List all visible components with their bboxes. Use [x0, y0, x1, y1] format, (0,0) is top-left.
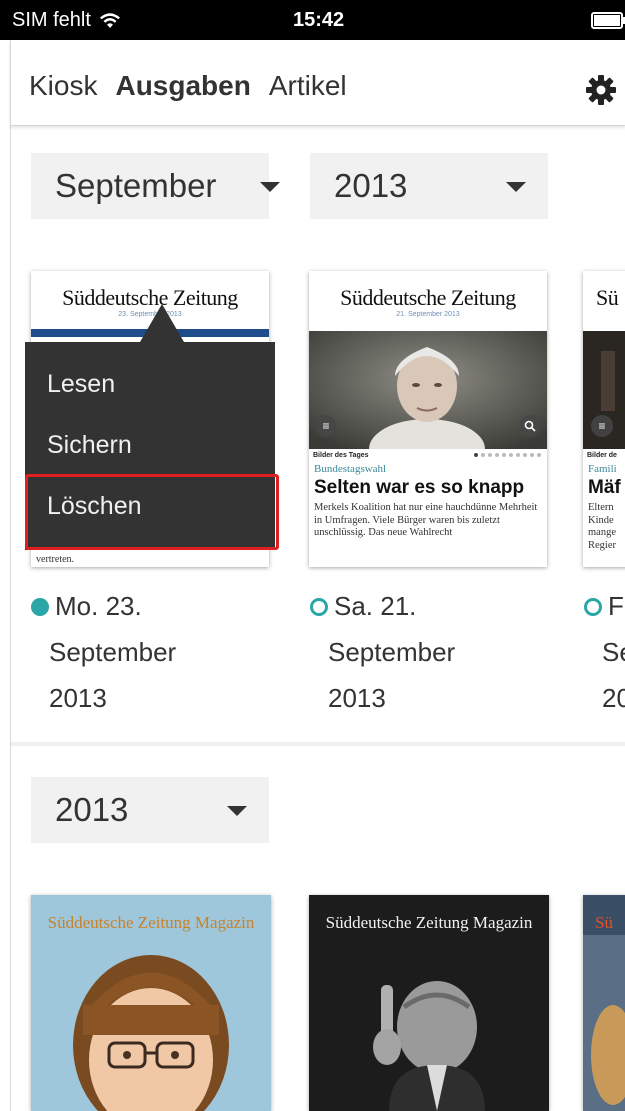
page-border: [10, 40, 11, 1111]
masthead: Sü: [596, 285, 619, 310]
wifi-icon: [99, 12, 120, 28]
year-selector[interactable]: 2013: [310, 153, 548, 219]
nav-tabs: Kiosk Ausgaben Artikel: [29, 70, 347, 102]
month-selector[interactable]: September: [31, 153, 280, 219]
issue-month: Se: [602, 637, 625, 667]
photo-section-text: Bilder des Tages: [313, 452, 369, 459]
body-line: mange: [588, 527, 616, 538]
downloaded-indicator: [31, 598, 49, 616]
cover-photo: [309, 331, 547, 449]
issue-date-1[interactable]: Mo. 23. September 2013: [31, 583, 176, 721]
photo-section-label: Bilder des Tages: [309, 449, 547, 463]
issue-cover-3[interactable]: Sü ≡ Bilder de Famili Mäf Eltern Kinde m…: [583, 271, 625, 567]
clock: 15:42: [293, 9, 345, 31]
body-line: Regier: [588, 539, 616, 551]
masthead: Süddeutsche Zeitung: [340, 285, 516, 310]
issue-year: 2013: [49, 683, 107, 713]
article-kicker: Famili: [588, 463, 617, 475]
issue-year: 20: [602, 683, 625, 713]
magazine-cover-1[interactable]: Süddeutsche Zeitung Magazin: [31, 895, 271, 1111]
masthead-date: 21. September 2013: [396, 311, 460, 318]
carousel-dots: [474, 453, 541, 457]
issue-date-3[interactable]: F Se 20: [584, 583, 625, 721]
section-divider: [11, 742, 625, 746]
article-headline: Mäf: [588, 477, 621, 498]
status-bar: SIM fehlt 15:42: [0, 0, 625, 40]
menu-item-sichern[interactable]: Sichern: [47, 431, 132, 460]
search-icon[interactable]: [519, 415, 541, 437]
weekday-date: F: [608, 591, 624, 621]
article-body: Eltern Kinde mange Regier: [588, 502, 625, 552]
not-downloaded-indicator: [584, 598, 602, 616]
carrier-group: SIM fehlt: [12, 9, 121, 32]
cover-photo: [583, 935, 625, 1111]
year-value: 2013: [334, 167, 408, 204]
body-line: Eltern: [588, 502, 614, 513]
magazine-title: Süddeutsche Zeitung Magazin: [325, 913, 533, 932]
issue-cover-2[interactable]: Süddeutsche Zeitung 21. September 2013 ≡…: [309, 271, 547, 567]
month-value: September: [55, 167, 217, 204]
chevron-down-icon: [506, 182, 526, 192]
popup-arrow: [140, 304, 184, 342]
magazine-year-selector[interactable]: 2013: [31, 777, 269, 843]
menu-icon[interactable]: ≡: [315, 415, 337, 437]
magazine-title: Süddeutsche Zeitung Magazin: [47, 913, 255, 932]
gear-icon[interactable]: [585, 74, 617, 106]
weekday-date: Sa. 21.: [334, 591, 417, 621]
tab-kiosk[interactable]: Kiosk: [29, 70, 97, 102]
magazine-cover-2[interactable]: Süddeutsche Zeitung Magazin: [309, 895, 549, 1111]
not-downloaded-indicator: [310, 598, 328, 616]
article-headline: Selten war es so knapp: [314, 477, 525, 498]
issue-month: September: [49, 637, 177, 667]
carrier-label: SIM fehlt: [12, 9, 91, 31]
magazine-title: Sü: [595, 913, 613, 932]
magazine-cover-3[interactable]: Sü: [583, 895, 625, 1111]
article-kicker: Bundestagswahl: [314, 463, 387, 475]
year-value: 2013: [55, 791, 129, 828]
battery-icon: [591, 12, 625, 29]
cover-photo: [73, 955, 229, 1111]
tab-artikel[interactable]: Artikel: [269, 70, 347, 102]
cover-photo: [373, 981, 485, 1111]
chevron-down-icon: [227, 806, 247, 816]
article-text-fragment: vertreten.: [36, 554, 75, 565]
highlight-box: [25, 474, 279, 550]
chevron-down-icon: [260, 182, 280, 192]
body-line: Kinde: [588, 514, 614, 526]
issue-year: 2013: [328, 683, 386, 713]
issue-date-2[interactable]: Sa. 21. September 2013: [310, 583, 455, 721]
menu-item-lesen[interactable]: Lesen: [47, 370, 115, 399]
tab-ausgaben[interactable]: Ausgaben: [115, 70, 250, 102]
article-body: Merkels Koalition hat nur eine hauchdünn…: [314, 502, 538, 538]
menu-icon[interactable]: ≡: [591, 415, 613, 437]
top-navigation: Kiosk Ausgaben Artikel: [10, 40, 625, 126]
photo-section-text: Bilder de: [587, 452, 617, 459]
weekday-date: Mo. 23.: [55, 591, 142, 621]
issue-month: September: [328, 637, 456, 667]
